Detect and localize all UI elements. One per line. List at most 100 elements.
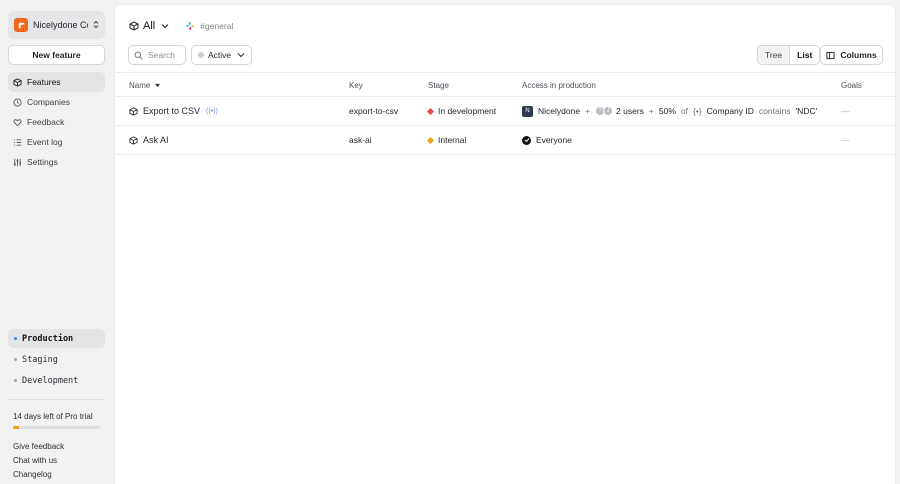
env-dot (14, 337, 17, 340)
sidebar-item-label: Feedback (27, 117, 65, 127)
env-development[interactable]: Development (8, 371, 105, 390)
avatar: J (603, 106, 614, 116)
rule-icon: {•} (692, 106, 702, 116)
search-placeholder: Search (148, 50, 175, 60)
header-key[interactable]: Key (349, 73, 363, 97)
sidebar-item-settings[interactable]: Settings (8, 152, 105, 172)
heart-icon (13, 118, 22, 126)
feature-name-cell: Export to CSV ((•)) (129, 97, 218, 125)
environment-list: Production Staging Development (8, 329, 105, 392)
access-cell: N Nicelydone + ? J 2 users + 50% of {•} … (522, 97, 817, 125)
rule-attribute: Company ID (706, 106, 754, 116)
plus-separator: + (648, 106, 654, 116)
sidebar-item-features[interactable]: Features (8, 72, 105, 92)
stage-cell: In development (426, 97, 497, 125)
sort-down-icon (155, 83, 161, 87)
slack-channel[interactable]: #general (185, 21, 233, 31)
rule-value: 'NDC' (795, 106, 818, 116)
header-access[interactable]: Access in production (522, 73, 596, 97)
org-name: Nicelydone Co (33, 20, 88, 30)
sidebar-item-feedback[interactable]: Feedback (8, 112, 105, 132)
user-avatars: ? J (595, 106, 614, 116)
header: All #general (129, 19, 233, 33)
changelog-link[interactable]: Changelog (13, 470, 52, 479)
status-dot (198, 52, 204, 58)
chat-with-us-link[interactable]: Chat with us (13, 456, 57, 465)
main-panel: All #general Search Active Tree List Col… (114, 4, 896, 484)
stage-label: Internal (438, 135, 467, 145)
access-everyone: Everyone (536, 135, 572, 145)
table-header: Name Key Stage Access in production Goal… (115, 72, 896, 97)
sidebar-item-label: Event log (27, 137, 63, 147)
stage-cell: Internal (426, 126, 467, 154)
table-row[interactable]: Export to CSV ((•)) export-to-csv In dev… (115, 97, 896, 126)
rule-operator: contains (758, 106, 791, 116)
stage-dot (426, 136, 435, 144)
chevron-down-icon (237, 53, 245, 58)
feature-name[interactable]: Export to CSV (143, 106, 200, 116)
box-icon (129, 106, 138, 116)
env-label: Production (22, 333, 74, 344)
feature-name-cell: Ask AI (129, 126, 169, 154)
sidebar-item-label: Companies (27, 97, 70, 107)
divider (8, 399, 105, 400)
view-toggle: Tree List (757, 45, 821, 65)
header-name[interactable]: Name (129, 73, 161, 97)
box-icon (13, 77, 22, 87)
status-filter[interactable]: Active (191, 45, 252, 65)
status-filter-value: Active (208, 50, 232, 60)
box-icon (129, 135, 138, 145)
search-icon (134, 51, 143, 59)
sidebar-item-event-log[interactable]: Event log (8, 132, 105, 152)
new-feature-button[interactable]: New feature (8, 45, 105, 65)
org-logo-icon (14, 18, 28, 32)
env-staging[interactable]: Staging (8, 350, 105, 369)
access-cell: Everyone (522, 126, 572, 154)
header-stage[interactable]: Stage (428, 73, 449, 97)
env-label: Development (22, 375, 79, 386)
broadcast-icon: ((•)) (206, 107, 218, 115)
list-icon (13, 138, 22, 146)
org-switcher[interactable]: Nicelydone Co (8, 11, 105, 39)
feature-name[interactable]: Ask AI (143, 135, 169, 145)
sidebar-item-companies[interactable]: Companies (8, 92, 105, 112)
features-table: Name Key Stage Access in production Goal… (115, 72, 896, 155)
sidebar-item-label: Features (27, 77, 61, 87)
trial-text: 14 days left of Pro trial (13, 412, 93, 421)
env-dot (14, 358, 17, 361)
goals-cell: — (841, 135, 850, 145)
sliders-icon (13, 158, 22, 166)
give-feedback-link[interactable]: Give feedback (13, 442, 64, 451)
env-label: Staging (22, 354, 58, 365)
plus-separator: + (585, 106, 591, 116)
company-name: Nicelydone (538, 106, 581, 116)
sidebar-nav: Features Companies Feedback Event log Se… (8, 72, 105, 172)
columns-button[interactable]: Columns (820, 45, 883, 65)
users-count: 2 users (616, 106, 644, 116)
feature-key: ask-ai (349, 135, 372, 145)
clock-icon (13, 97, 22, 107)
rollout-percent: 50% (658, 106, 676, 116)
box-icon (129, 21, 139, 31)
feature-key: export-to-csv (349, 106, 399, 116)
stage-dot (426, 107, 435, 115)
stage-label: In development (438, 106, 497, 116)
chevron-down-icon[interactable] (161, 23, 169, 29)
sidebar-item-label: Settings (27, 157, 58, 167)
view-list-button[interactable]: List (789, 46, 820, 64)
company-avatar: N (522, 105, 533, 117)
trial-progress-bar (13, 426, 100, 429)
chevron-updown-icon (93, 20, 99, 31)
goals-cell: — (841, 106, 850, 116)
search-input[interactable]: Search (128, 45, 186, 65)
header-goals[interactable]: Goals (841, 73, 862, 97)
table-row[interactable]: Ask AI ask-ai Internal Everyone — (115, 126, 896, 155)
columns-icon (826, 51, 835, 59)
header-name-label: Name (129, 80, 151, 90)
columns-label: Columns (840, 50, 877, 60)
check-circle-icon (522, 135, 531, 145)
scope-selector[interactable]: All (143, 20, 155, 32)
trial-progress-fill (13, 426, 20, 429)
view-tree-button[interactable]: Tree (758, 46, 789, 64)
env-production[interactable]: Production (8, 329, 105, 348)
